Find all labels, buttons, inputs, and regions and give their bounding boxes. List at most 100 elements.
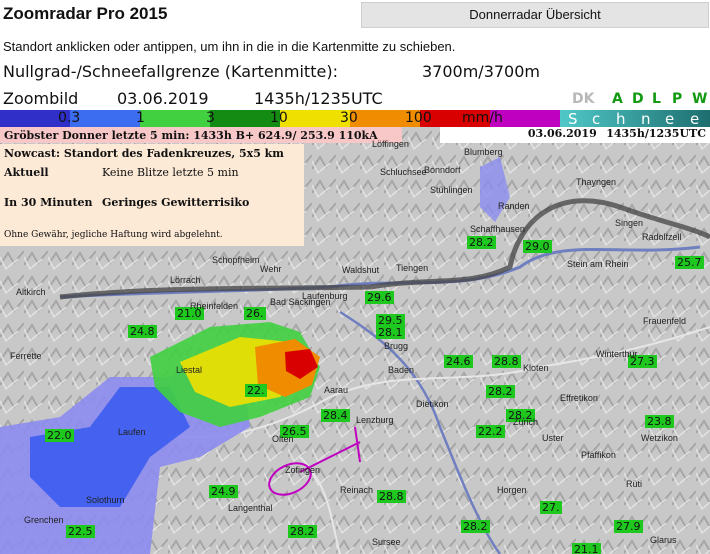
- app-title: Zoomradar Pro 2015: [3, 4, 168, 23]
- place-label: Baden: [388, 365, 415, 375]
- place-label: Wehr: [260, 264, 282, 274]
- place-label: Bad Säckingen: [270, 297, 331, 307]
- station-temp[interactable]: 29.0: [523, 240, 552, 253]
- map-timestamp: 03.06.2019 1435h/1235UTC: [440, 127, 710, 143]
- snow-letter: S: [568, 110, 578, 128]
- place-label: Blumberg: [464, 147, 503, 157]
- place-label: Laufen: [118, 427, 146, 437]
- station-temp[interactable]: 25.7: [675, 256, 704, 269]
- snow-letter: n: [641, 110, 651, 128]
- station-temp[interactable]: 28.8: [492, 355, 521, 368]
- legend-tick: 10: [270, 110, 288, 126]
- place-label: Zürich: [513, 417, 539, 427]
- legend-tick: 3: [206, 110, 215, 126]
- place-label: Olten: [272, 434, 294, 444]
- place-label: Lenzburg: [356, 415, 394, 425]
- current-label: Aktuell: [4, 166, 49, 179]
- place-label: Schopfheim: [212, 255, 260, 265]
- place-label: Zofingen: [285, 465, 321, 475]
- place-label: Horgen: [497, 485, 527, 495]
- place-label: Schluchsee: [380, 167, 427, 177]
- place-label: Dietikon: [416, 399, 449, 409]
- place-label: Bonndorf: [424, 165, 461, 175]
- station-temp[interactable]: 24.9: [209, 485, 238, 498]
- place-label: Frauenfeld: [643, 316, 687, 326]
- station-temp[interactable]: 27.9: [614, 520, 643, 533]
- place-label: Solothurn: [86, 495, 125, 505]
- zoom-label: Zoombild: [3, 89, 79, 108]
- mode-p[interactable]: P: [672, 91, 682, 107]
- place-label: Kloten: [523, 363, 549, 373]
- place-label: Uster: [542, 433, 564, 443]
- lightning-info-bar: Gröbster Donner letzte 5 min: 1433h B+ 6…: [0, 127, 402, 143]
- place-label: Reinach: [340, 485, 374, 495]
- in30-value: Geringes Gewitterrisiko: [102, 196, 250, 209]
- map-date: 03.06.2019: [527, 127, 597, 140]
- place-label: Schaffhausen: [470, 224, 525, 234]
- instruction-text: Standort anklicken oder antippen, um ihn…: [3, 39, 456, 54]
- station-temp[interactable]: 26.: [244, 307, 266, 320]
- station-temp[interactable]: 22.0: [45, 429, 74, 442]
- legend-tick: 0.3: [58, 110, 81, 126]
- place-label: Brugg: [384, 341, 409, 351]
- station-temp[interactable]: 28.2: [288, 525, 317, 538]
- legend-tick: 30: [340, 110, 358, 126]
- station-temp[interactable]: 22.: [245, 384, 267, 397]
- snow-letter: c: [592, 110, 601, 128]
- precip-legend: 0.3 1 3 10 30 100 mm/h S c h n e e: [0, 110, 710, 128]
- place-label: Ferrette: [10, 351, 42, 361]
- station-temp[interactable]: 28.1: [376, 326, 405, 339]
- place-label: Löffingen: [372, 139, 409, 149]
- radar-map[interactable]: Gröbster Donner letzte 5 min: 1433h B+ 6…: [0, 127, 710, 554]
- in30-label: In 30 Minuten: [4, 196, 93, 209]
- station-temp[interactable]: 23.8: [645, 415, 674, 428]
- legend-unit: mm/h: [462, 110, 503, 126]
- station-temp[interactable]: 21.1: [572, 543, 601, 554]
- station-temp[interactable]: 28.4: [321, 409, 350, 422]
- station-temp[interactable]: 22.5: [66, 525, 95, 538]
- legend-snow: [560, 110, 710, 127]
- disclaimer: Ohne Gewähr, jegliche Haftung wird abgel…: [4, 230, 223, 240]
- freezing-level-value: 3700m/3700m: [422, 62, 540, 81]
- legend-tick: 1: [136, 110, 145, 126]
- place-label: Effretikon: [560, 393, 598, 403]
- mode-dk[interactable]: DK: [572, 91, 594, 107]
- place-label: Rheinfelden: [190, 301, 239, 311]
- lightning-info: Gröbster Donner letzte 5 min: 1433h B+ 6…: [4, 129, 378, 142]
- overview-button[interactable]: Donnerradar Übersicht: [361, 2, 709, 28]
- legend-seg-2: [70, 110, 140, 127]
- station-temp[interactable]: 27.: [540, 501, 562, 514]
- freezing-level-label: Nullgrad-/Schneefallgrenze (Kartenmitte)…: [3, 62, 338, 81]
- snow-letter: e: [690, 110, 700, 128]
- station-temp[interactable]: 24.8: [128, 325, 157, 338]
- snow-letter: h: [616, 110, 626, 128]
- place-label: Lörrach: [170, 275, 201, 285]
- place-label: Randen: [498, 201, 530, 211]
- place-label: Pfäffikon: [581, 450, 616, 460]
- time: 1435h/1235UTC: [254, 89, 383, 108]
- snow-letter: e: [665, 110, 675, 128]
- nowcast-title: Nowcast: Standort des Fadenkreuzes, 5x5 …: [4, 147, 284, 160]
- station-temp[interactable]: 22.2: [476, 425, 505, 438]
- date: 03.06.2019: [117, 89, 209, 108]
- place-label: Tiengen: [396, 263, 429, 273]
- legend-tick: 100: [405, 110, 432, 126]
- mode-w[interactable]: W: [692, 91, 707, 107]
- station-temp[interactable]: 28.2: [486, 385, 515, 398]
- station-temp[interactable]: 24.6: [444, 355, 473, 368]
- map-time: 1435h/1235UTC: [606, 127, 706, 140]
- station-temp[interactable]: 28.8: [377, 490, 406, 503]
- place-label: Langenthal: [228, 503, 273, 513]
- station-temp[interactable]: 29.6: [365, 291, 394, 304]
- station-temp[interactable]: 28.2: [461, 520, 490, 533]
- place-label: Thayngen: [576, 177, 617, 187]
- mode-a[interactable]: A: [612, 91, 623, 107]
- station-temp[interactable]: 28.2: [467, 236, 496, 249]
- place-label: Singen: [615, 218, 644, 228]
- mode-d[interactable]: D: [632, 91, 644, 107]
- place-label: Aarau: [324, 385, 349, 395]
- place-label: Wetzikon: [641, 433, 678, 443]
- mode-l[interactable]: L: [652, 91, 661, 107]
- place-label: Grenchen: [24, 515, 64, 525]
- place-label: Altkirch: [16, 287, 46, 297]
